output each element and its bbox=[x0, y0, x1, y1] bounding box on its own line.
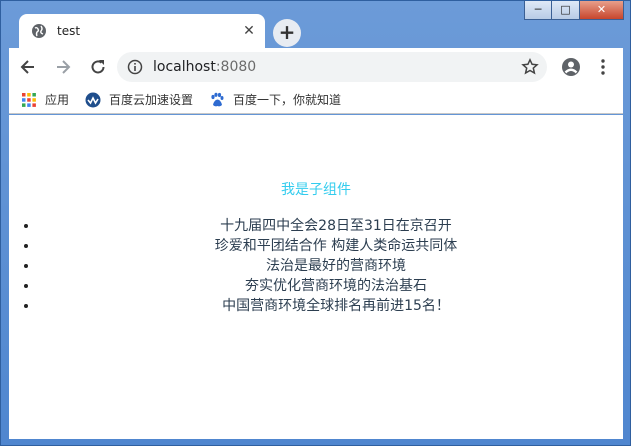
list-item: 十九届四中全会28日至31日在京召开 bbox=[39, 216, 623, 236]
bookmark-star-icon[interactable] bbox=[521, 58, 539, 76]
address-bar[interactable]: localhost :8080 bbox=[117, 52, 547, 82]
list-item: 中国营商环境全球排名再前进15名！ bbox=[39, 296, 623, 316]
bookmark-label: 应用 bbox=[45, 93, 70, 107]
toolbar: localhost :8080 bbox=[9, 48, 623, 86]
child-component-title: 我是子组件 bbox=[281, 182, 351, 198]
forward-arrow-icon bbox=[57, 60, 71, 74]
reload-icon bbox=[91, 60, 105, 74]
page-content: 我是子组件 十九届四中全会28日至31日在京召开 珍爱和平团结合作 构建人类命运… bbox=[9, 115, 623, 439]
back-button[interactable] bbox=[12, 51, 44, 83]
tab-strip: test ✕ + bbox=[9, 9, 623, 48]
bookmarks-bar: 应用 百度云加速设置 百度一下，你就知道 bbox=[9, 86, 623, 114]
baidu-cloud-icon bbox=[85, 92, 101, 107]
close-tab-icon[interactable]: ✕ bbox=[237, 23, 261, 39]
bookmark-apps[interactable]: 应用 bbox=[21, 91, 69, 108]
tab-title: test bbox=[57, 24, 81, 38]
apps-grid-icon bbox=[22, 92, 36, 107]
list-item: 珍爱和平团结合作 构建人类命运共同体 bbox=[39, 236, 623, 256]
bookmark-label: 百度云加速设置 bbox=[109, 93, 194, 107]
new-tab-button[interactable]: + bbox=[273, 19, 301, 47]
reload-button[interactable] bbox=[82, 51, 114, 83]
bookmark-label: 百度一下，你就知道 bbox=[233, 93, 342, 107]
list-item: 夯实优化营商环境的法治基石 bbox=[39, 276, 623, 296]
globe-icon bbox=[32, 24, 46, 38]
url-port: :8080 bbox=[215, 59, 257, 75]
toolbar-right bbox=[553, 53, 617, 81]
bookmark-baidu-cloud[interactable]: 百度云加速设置 bbox=[85, 91, 193, 108]
forward-button[interactable] bbox=[47, 51, 79, 83]
info-icon[interactable] bbox=[127, 59, 143, 75]
baidu-paw-icon bbox=[211, 92, 224, 106]
bookmark-baidu[interactable]: 百度一下，你就知道 bbox=[209, 91, 341, 108]
back-arrow-icon bbox=[20, 60, 34, 74]
account-circle-icon bbox=[562, 58, 580, 76]
kebab-menu-icon bbox=[601, 59, 605, 75]
url-host: localhost bbox=[153, 59, 216, 75]
menu-button[interactable] bbox=[589, 53, 617, 81]
profile-button[interactable] bbox=[557, 53, 585, 81]
list-item: 法治是最好的营商环境 bbox=[39, 256, 623, 276]
browser-window: ─ □ ✕ test ✕ + localhost:8080 应用 百度云加速设… bbox=[0, 0, 631, 446]
news-list: 十九届四中全会28日至31日在京召开 珍爱和平团结合作 构建人类命运共同体 法治… bbox=[39, 216, 623, 316]
tab-test[interactable]: test ✕ bbox=[19, 14, 265, 48]
